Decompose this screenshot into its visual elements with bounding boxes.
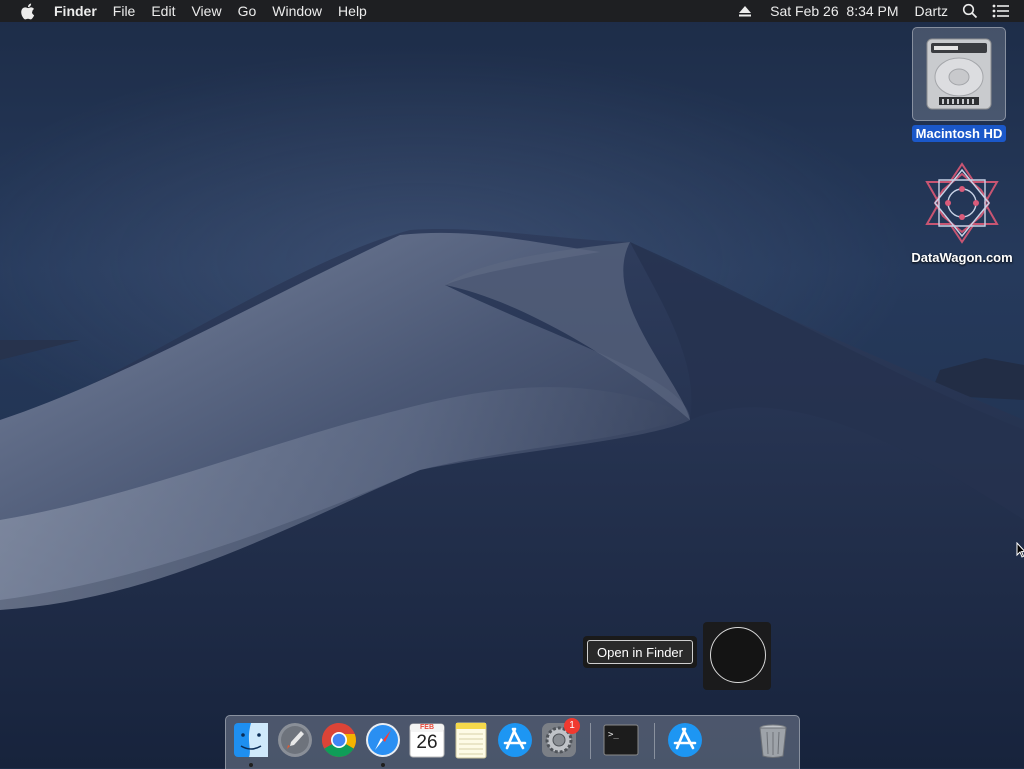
- menu-clock[interactable]: Sat Feb 26 8:34 PM: [770, 3, 898, 19]
- dragged-item-circle: [710, 627, 766, 683]
- dock-safari[interactable]: [364, 721, 402, 759]
- trash-icon: [759, 724, 787, 758]
- desktop-icon-datawagon[interactable]: DataWagon.com: [900, 160, 1024, 265]
- running-indicator: [249, 763, 253, 767]
- menu-bar: Finder File Edit View Go Window Help Sat…: [0, 0, 1024, 22]
- dragged-item-preview: [703, 622, 771, 690]
- dock: FEB 26 1 >_: [225, 715, 800, 769]
- chrome-icon: [322, 723, 356, 757]
- menu-view[interactable]: View: [191, 0, 221, 22]
- menu-edit[interactable]: Edit: [151, 0, 175, 22]
- apple-logo-icon[interactable]: [20, 2, 38, 20]
- app-store-icon: [498, 723, 532, 757]
- menu-file[interactable]: File: [113, 0, 136, 22]
- notification-center-icon[interactable]: [992, 4, 1010, 18]
- dock-separator: [590, 723, 591, 759]
- dock-app-store-2[interactable]: [666, 721, 704, 759]
- hard-drive-icon[interactable]: [912, 27, 1006, 121]
- app-store-icon: [668, 723, 702, 757]
- dock-system-preferences[interactable]: 1: [540, 718, 580, 759]
- terminal-icon: >_: [603, 724, 639, 756]
- launchpad-icon: [278, 723, 312, 757]
- calendar-day: 26: [416, 732, 438, 753]
- dock-trash[interactable]: [754, 721, 792, 759]
- menu-go[interactable]: Go: [238, 0, 257, 22]
- spotlight-search-icon[interactable]: [962, 3, 978, 19]
- mouse-cursor-icon: [1016, 542, 1024, 558]
- tooltip-text: Open in Finder: [587, 640, 693, 664]
- desktop-icon-macintosh-hd[interactable]: Macintosh HD: [906, 27, 1012, 142]
- finder-icon: [234, 723, 268, 757]
- dock-launchpad[interactable]: [276, 721, 314, 759]
- dock-app-store[interactable]: [496, 721, 534, 759]
- notification-badge: 1: [564, 718, 580, 734]
- dock-terminal[interactable]: >_: [602, 721, 640, 759]
- menu-window[interactable]: Window: [272, 0, 322, 22]
- safari-icon: [366, 723, 400, 757]
- dock-notes[interactable]: [452, 721, 490, 759]
- open-in-finder-tooltip: Open in Finder: [583, 636, 697, 668]
- dock-calendar[interactable]: FEB 26: [408, 721, 446, 759]
- svg-text:>_: >_: [608, 730, 619, 740]
- desktop-icon-label[interactable]: DataWagon.com: [911, 250, 1012, 265]
- dock-chrome[interactable]: [320, 721, 358, 759]
- dock-separator: [654, 723, 655, 759]
- menu-user[interactable]: Dartz: [915, 3, 948, 19]
- datawagon-logo-icon[interactable]: [919, 160, 1005, 246]
- calendar-month: FEB: [420, 724, 434, 731]
- dock-finder[interactable]: [232, 721, 270, 759]
- desktop-icon-label[interactable]: Macintosh HD: [911, 125, 1007, 142]
- running-indicator: [381, 763, 385, 767]
- menu-finder[interactable]: Finder: [54, 0, 97, 22]
- desktop-wallpaper: [0, 228, 1024, 768]
- eject-icon[interactable]: [738, 4, 752, 18]
- notes-icon: [455, 722, 487, 759]
- menu-help[interactable]: Help: [338, 0, 367, 22]
